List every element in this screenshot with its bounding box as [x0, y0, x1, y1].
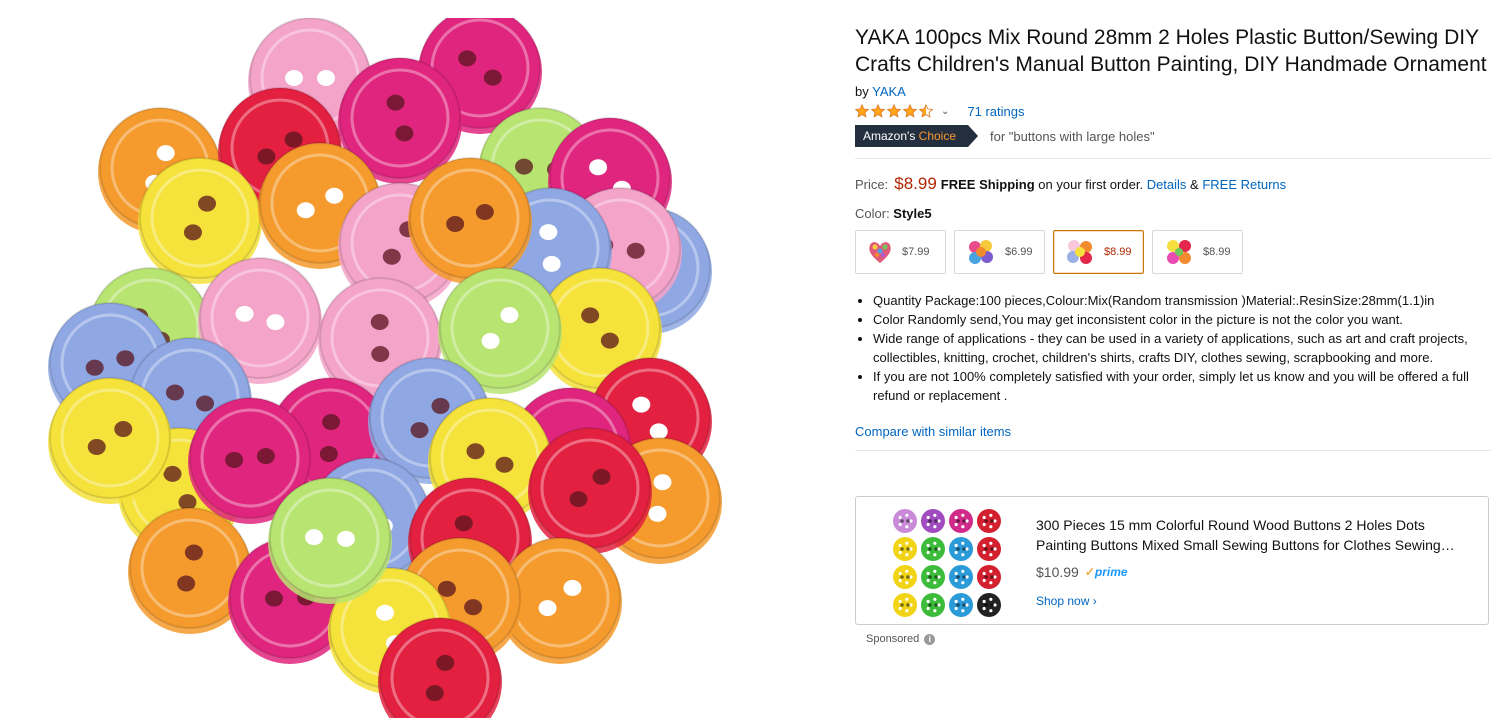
star-rating[interactable]: [855, 104, 935, 119]
swatch-option[interactable]: $6.99: [954, 230, 1045, 274]
feature-bullets: Quantity Package:100 pieces,Colour:Mix(R…: [855, 291, 1491, 405]
swatch-price: $8.99: [1203, 246, 1231, 258]
swatch-option[interactable]: $8.99: [1152, 230, 1243, 274]
thumb-button: [921, 565, 945, 589]
thumb-button: [893, 565, 917, 589]
thumb-button: [893, 537, 917, 561]
thumb-button: [893, 593, 917, 617]
sponsored-text: Sponsored: [866, 633, 920, 645]
ratings-link[interactable]: 71 ratings: [967, 104, 1024, 119]
bullet-item: Wide range of applications - they can be…: [873, 329, 1491, 367]
amazons-choice-row: Amazon's Choice for "buttons with large …: [855, 125, 1491, 147]
divider: [855, 450, 1491, 451]
compare-link[interactable]: Compare with similar items: [855, 424, 1011, 439]
thumb-button: [949, 593, 973, 617]
price-value: $8.99: [894, 174, 937, 193]
free-shipping: FREE Shipping: [940, 177, 1035, 192]
button-piece: [528, 427, 652, 554]
amp: &: [1186, 177, 1203, 192]
product-image[interactable]: [30, 18, 730, 718]
thumb-button: [949, 537, 973, 561]
color-swatches: $7.99 $6.99 $8.99 $8.99: [855, 230, 1491, 274]
brand-link[interactable]: YAKA: [872, 84, 906, 99]
thumb-button: [921, 593, 945, 617]
wood-buttons-thumbnail[interactable]: [891, 507, 1003, 619]
by-prefix: by: [855, 84, 873, 99]
thumb-button: [977, 537, 1001, 561]
price-label: Price:: [855, 177, 889, 192]
color-row: Color: Style5: [855, 206, 1491, 221]
color-label: Color:: [855, 206, 894, 221]
product-title: YAKA 100pcs Mix Round 28mm 2 Holes Plast…: [855, 26, 1487, 76]
thumb-button: [921, 509, 945, 533]
amazons-choice-badge: Amazon's Choice: [855, 125, 979, 147]
thumb-button: [977, 565, 1001, 589]
thumb-button: [977, 593, 1001, 617]
swatch-price: $8.99: [1104, 246, 1132, 258]
swatch-price: $7.99: [902, 246, 930, 258]
choice-keyword: for "buttons with large holes": [990, 128, 1155, 144]
bullet-item: Quantity Package:100 pieces,Colour:Mix(R…: [873, 291, 1491, 310]
thumb-button: [977, 509, 1001, 533]
byline: by YAKA: [855, 84, 1491, 99]
thumb-button: [949, 509, 973, 533]
bullet-item: Color Randomly send,You may get inconsis…: [873, 310, 1491, 329]
thumb-button: [893, 509, 917, 533]
heart-buttons-thumbnail-icon: [869, 242, 891, 263]
button-pile-thumbnail-icon: [1067, 240, 1092, 264]
product-details: YAKA 100pcs Mix Round 28mm 2 Holes Plast…: [855, 24, 1491, 451]
swatch-option-selected[interactable]: $8.99: [1053, 230, 1144, 274]
ad-title[interactable]: 300 Pieces 15 mm Colorful Round Wood But…: [1036, 515, 1476, 555]
button-piece: [408, 157, 532, 284]
sponsored-ad[interactable]: 300 Pieces 15 mm Colorful Round Wood But…: [855, 496, 1489, 625]
shipping-text: on your first order.: [1034, 177, 1144, 192]
swatch-price: $6.99: [1005, 246, 1033, 258]
flower-buttons-thumbnail-icon: [1167, 240, 1191, 264]
divider: [855, 158, 1491, 159]
button-piece: [48, 377, 172, 504]
shop-now-link[interactable]: Shop now ›: [1036, 594, 1097, 608]
compare-row: Compare with similar items: [855, 424, 1491, 439]
info-icon[interactable]: i: [924, 633, 936, 645]
rating-row: ⌄ 71 ratings: [855, 104, 1491, 119]
prime-icon: ✓prime: [1084, 565, 1128, 579]
mixed-buttons-thumbnail-icon: [969, 240, 993, 264]
thumb-button: [921, 537, 945, 561]
bullet-item: If you are not 100% completely satisfied…: [873, 367, 1491, 405]
swatch-option[interactable]: $7.99: [855, 230, 946, 274]
thumb-button: [949, 565, 973, 589]
stars-icon: [855, 104, 933, 118]
details-link[interactable]: Details: [1147, 177, 1187, 192]
sponsored-label: Sponsored i: [866, 633, 936, 645]
ad-price-row: $10.99 ✓prime: [1036, 564, 1128, 580]
color-selected: Style5: [893, 206, 932, 221]
chevron-down-icon[interactable]: ⌄: [941, 106, 949, 117]
free-returns-link[interactable]: FREE Returns: [1202, 177, 1286, 192]
ad-price: $10.99: [1036, 564, 1079, 580]
price-row: Price: $8.99 FREE Shipping on your first…: [855, 174, 1491, 194]
button-piece: [268, 477, 392, 604]
